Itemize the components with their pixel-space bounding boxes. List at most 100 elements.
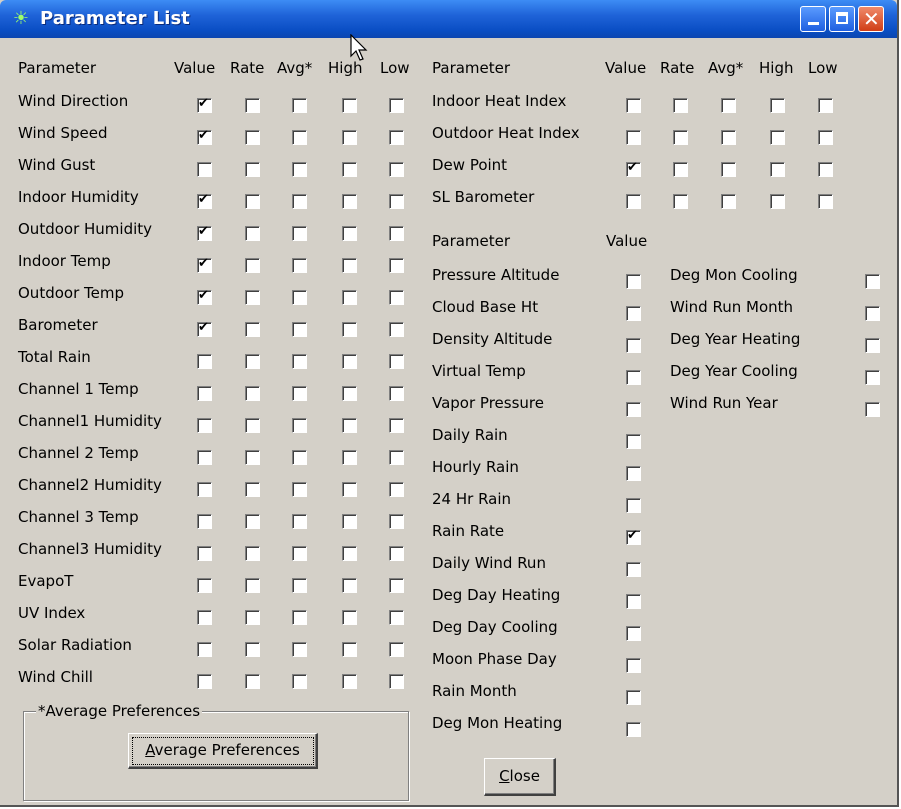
checkbox-indoor-heat-index-avg[interactable] <box>721 98 736 113</box>
checkbox-indoor-heat-index-high[interactable] <box>770 98 785 113</box>
checkbox-deg-day-cooling-value[interactable] <box>626 626 641 641</box>
checkbox-total-rain-high[interactable] <box>342 354 357 369</box>
checkbox-wind-run-year-value[interactable] <box>865 402 880 417</box>
checkbox-outdoor-temp-rate[interactable] <box>245 290 260 305</box>
checkbox-indoor-humidity-high[interactable] <box>342 194 357 209</box>
close-button[interactable]: Close <box>484 758 556 796</box>
checkbox-barometer-avg[interactable] <box>292 322 307 337</box>
checkbox-outdoor-heat-index-high[interactable] <box>770 130 785 145</box>
checkbox-uv-index-high[interactable] <box>342 610 357 625</box>
checkbox-dew-point-high[interactable] <box>770 162 785 177</box>
maximize-button[interactable] <box>829 6 855 32</box>
checkbox-rain-rate-value[interactable] <box>626 528 641 545</box>
checkbox-indoor-humidity-value[interactable] <box>197 192 212 209</box>
checkbox-channel2-humidity-low[interactable] <box>389 482 404 497</box>
checkbox-solar-radiation-value[interactable] <box>197 642 212 657</box>
checkbox-pressure-altitude-value[interactable] <box>626 274 641 289</box>
checkbox-channel-2-temp-high[interactable] <box>342 450 357 465</box>
checkbox-cloud-base-ht-value[interactable] <box>626 306 641 321</box>
checkbox-evapot-value[interactable] <box>197 578 212 593</box>
checkbox-channel1-humidity-low[interactable] <box>389 418 404 433</box>
checkbox-evapot-high[interactable] <box>342 578 357 593</box>
checkbox-indoor-temp-low[interactable] <box>389 258 404 273</box>
checkbox-evapot-avg[interactable] <box>292 578 307 593</box>
checkbox-total-rain-value[interactable] <box>197 354 212 369</box>
checkbox-sl-barometer-avg[interactable] <box>721 194 736 209</box>
checkbox-wind-direction-rate[interactable] <box>245 98 260 113</box>
checkbox-wind-chill-high[interactable] <box>342 674 357 689</box>
checkbox-channel1-humidity-high[interactable] <box>342 418 357 433</box>
checkbox-barometer-low[interactable] <box>389 322 404 337</box>
checkbox-indoor-heat-index-rate[interactable] <box>673 98 688 113</box>
checkbox-deg-year-heating-value[interactable] <box>865 338 880 353</box>
checkbox-outdoor-humidity-rate[interactable] <box>245 226 260 241</box>
checkbox-indoor-heat-index-value[interactable] <box>626 98 641 113</box>
checkbox-dew-point-avg[interactable] <box>721 162 736 177</box>
checkbox-channel-2-temp-value[interactable] <box>197 450 212 465</box>
checkbox-daily-wind-run-value[interactable] <box>626 562 641 577</box>
checkbox-deg-day-heating-value[interactable] <box>626 594 641 609</box>
checkbox-outdoor-heat-index-low[interactable] <box>818 130 833 145</box>
checkbox-channel2-humidity-rate[interactable] <box>245 482 260 497</box>
checkbox-channel-3-temp-avg[interactable] <box>292 514 307 529</box>
checkbox-wind-direction-high[interactable] <box>342 98 357 113</box>
checkbox-wind-chill-low[interactable] <box>389 674 404 689</box>
checkbox-channel3-humidity-rate[interactable] <box>245 546 260 561</box>
checkbox-dew-point-rate[interactable] <box>673 162 688 177</box>
checkbox-indoor-temp-rate[interactable] <box>245 258 260 273</box>
checkbox-wind-gust-value[interactable] <box>197 162 212 177</box>
checkbox-total-rain-avg[interactable] <box>292 354 307 369</box>
checkbox-barometer-value[interactable] <box>197 320 212 337</box>
checkbox-outdoor-humidity-avg[interactable] <box>292 226 307 241</box>
checkbox-wind-speed-avg[interactable] <box>292 130 307 145</box>
checkbox-channel1-humidity-avg[interactable] <box>292 418 307 433</box>
checkbox-density-altitude-value[interactable] <box>626 338 641 353</box>
checkbox-sl-barometer-value[interactable] <box>626 194 641 209</box>
checkbox-channel3-humidity-low[interactable] <box>389 546 404 561</box>
checkbox-channel3-humidity-high[interactable] <box>342 546 357 561</box>
checkbox-deg-mon-cooling-value[interactable] <box>865 274 880 289</box>
checkbox-wind-chill-avg[interactable] <box>292 674 307 689</box>
checkbox-total-rain-rate[interactable] <box>245 354 260 369</box>
checkbox-uv-index-value[interactable] <box>197 610 212 625</box>
checkbox-channel3-humidity-value[interactable] <box>197 546 212 561</box>
checkbox-evapot-low[interactable] <box>389 578 404 593</box>
checkbox-channel-1-temp-low[interactable] <box>389 386 404 401</box>
checkbox-indoor-heat-index-low[interactable] <box>818 98 833 113</box>
checkbox-wind-speed-rate[interactable] <box>245 130 260 145</box>
checkbox-outdoor-humidity-value[interactable] <box>197 224 212 241</box>
checkbox-uv-index-avg[interactable] <box>292 610 307 625</box>
checkbox-solar-radiation-avg[interactable] <box>292 642 307 657</box>
checkbox-outdoor-heat-index-avg[interactable] <box>721 130 736 145</box>
checkbox-channel-3-temp-value[interactable] <box>197 514 212 529</box>
checkbox-moon-phase-day-value[interactable] <box>626 658 641 673</box>
checkbox-hourly-rain-value[interactable] <box>626 466 641 481</box>
checkbox-channel3-humidity-avg[interactable] <box>292 546 307 561</box>
checkbox-channel1-humidity-value[interactable] <box>197 418 212 433</box>
title-bar[interactable]: ☀ Parameter List ✕ <box>0 0 897 38</box>
checkbox-wind-speed-low[interactable] <box>389 130 404 145</box>
checkbox-barometer-rate[interactable] <box>245 322 260 337</box>
checkbox-channel-1-temp-avg[interactable] <box>292 386 307 401</box>
checkbox-wind-direction-avg[interactable] <box>292 98 307 113</box>
checkbox-channel-2-temp-low[interactable] <box>389 450 404 465</box>
checkbox-solar-radiation-rate[interactable] <box>245 642 260 657</box>
checkbox-channel1-humidity-rate[interactable] <box>245 418 260 433</box>
checkbox-deg-year-cooling-value[interactable] <box>865 370 880 385</box>
checkbox-wind-direction-value[interactable] <box>197 96 212 113</box>
checkbox-outdoor-temp-value[interactable] <box>197 288 212 305</box>
checkbox-channel-3-temp-rate[interactable] <box>245 514 260 529</box>
minimize-button[interactable] <box>800 6 826 32</box>
checkbox-outdoor-humidity-low[interactable] <box>389 226 404 241</box>
checkbox-wind-gust-low[interactable] <box>389 162 404 177</box>
checkbox-indoor-humidity-avg[interactable] <box>292 194 307 209</box>
checkbox-indoor-temp-value[interactable] <box>197 256 212 273</box>
checkbox-evapot-rate[interactable] <box>245 578 260 593</box>
checkbox-wind-chill-value[interactable] <box>197 674 212 689</box>
average-preferences-button[interactable]: Average Preferences <box>128 733 318 769</box>
checkbox-channel-2-temp-rate[interactable] <box>245 450 260 465</box>
checkbox-channel2-humidity-high[interactable] <box>342 482 357 497</box>
checkbox-channel-1-temp-value[interactable] <box>197 386 212 401</box>
checkbox-wind-gust-high[interactable] <box>342 162 357 177</box>
checkbox-wind-direction-low[interactable] <box>389 98 404 113</box>
